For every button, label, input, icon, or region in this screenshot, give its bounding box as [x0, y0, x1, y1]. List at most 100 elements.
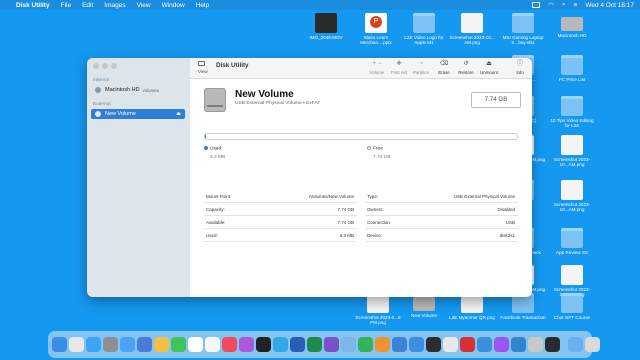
terminal-icon[interactable]: [426, 337, 441, 352]
folder-icon: [512, 13, 534, 33]
eject-icon[interactable]: ⏏: [176, 111, 181, 117]
desktop-item[interactable]: MSI Gaming Laptop S...bay.xlsx: [499, 13, 547, 46]
clock[interactable]: Wed 4 Oct 18:17: [585, 2, 634, 9]
minimize-button[interactable]: [102, 63, 108, 69]
desktop-item[interactable]: IMG_2049.MOV: [302, 13, 350, 40]
desktop-item[interactable]: Waso Learn Merchan....pptx: [352, 13, 400, 46]
desktop-item[interactable]: L2E Myanmar QR.png: [448, 293, 496, 320]
battery-icon[interactable]: [532, 2, 541, 8]
info-value: 7.74 GB: [337, 206, 354, 212]
desktop-item-label: Chat GPT Course: [553, 315, 591, 320]
sidebar-item-label: New Volume: [105, 111, 136, 117]
menu-edit[interactable]: Edit: [82, 2, 93, 9]
safari-icon[interactable]: [86, 337, 101, 352]
close-button[interactable]: [93, 63, 99, 69]
toolbar-button-erase[interactable]: ⌫ Erase: [433, 61, 455, 75]
messenger-icon[interactable]: [494, 337, 509, 352]
launchpad-icon[interactable]: [69, 337, 84, 352]
desktop-item[interactable]: L2E Video Logo for Apple M1: [400, 13, 448, 46]
usage-bar: [204, 133, 518, 140]
xcode-icon[interactable]: [409, 337, 424, 352]
toolbar-button-label: Info: [516, 70, 524, 75]
tv-icon[interactable]: [256, 337, 271, 352]
info-row: Mount Point: /Volumes/New Volume: [204, 190, 357, 203]
toolbar-button-label: First Aid: [391, 70, 407, 75]
activity-monitor-icon[interactable]: [545, 337, 560, 352]
numbers-icon[interactable]: [358, 337, 373, 352]
preview-icon[interactable]: [341, 337, 356, 352]
reminders-icon[interactable]: [205, 337, 220, 352]
menu-file[interactable]: File: [61, 2, 71, 9]
podcasts-icon[interactable]: [239, 337, 254, 352]
keynote-icon[interactable]: [392, 337, 407, 352]
volume-name: New Volume: [235, 89, 294, 100]
menu-app-name[interactable]: Disk Utility: [16, 2, 50, 9]
toolbar-button-info[interactable]: ⓘ Info: [509, 61, 531, 75]
facetime-icon[interactable]: [171, 337, 186, 352]
desktop-item[interactable]: PC Price List: [548, 55, 596, 82]
menu-view[interactable]: View: [137, 2, 151, 9]
folder-icon: [561, 228, 583, 248]
dock: [48, 331, 600, 358]
info-key: Owners:: [367, 206, 384, 212]
sidebar-item-macintosh-hd[interactable]: Macintosh HD volumes: [91, 85, 185, 95]
word-icon[interactable]: [290, 337, 305, 352]
menu-help[interactable]: Help: [196, 2, 209, 9]
toolbar-button-unmount[interactable]: ⏏ Unmount: [478, 61, 500, 75]
info-key: Device:: [367, 232, 383, 238]
toolbar-button-restore[interactable]: ↺ Restore: [455, 61, 477, 75]
info-value: 7.74 GB: [337, 219, 354, 225]
disk-utility-icon[interactable]: [528, 337, 543, 352]
wifi-icon[interactable]: ◠: [548, 1, 554, 9]
menu-images[interactable]: Images: [104, 2, 125, 9]
desktop-item-label: Facebook Transaction: [500, 315, 546, 320]
info-value: 5.3 MB: [339, 232, 354, 238]
desktop-item[interactable]: Screenshot 2023-10...AM.png: [548, 135, 596, 168]
view-button[interactable]: View: [198, 61, 208, 74]
toolbar-button-partition[interactable]: ◔ Partition: [410, 61, 432, 75]
music-icon[interactable]: [222, 337, 237, 352]
telegram-icon[interactable]: [273, 337, 288, 352]
desktop-item[interactable]: Screenshot 2023-10... AM.png: [448, 13, 496, 46]
desktop-item[interactable]: Facebook Transaction: [499, 293, 547, 320]
menu-window[interactable]: Window: [162, 2, 185, 9]
app-store-icon[interactable]: [137, 337, 152, 352]
finder-icon[interactable]: [52, 337, 67, 352]
toolbar-button-first-aid[interactable]: ✚ First Aid: [388, 61, 410, 75]
viber-icon[interactable]: [324, 337, 339, 352]
downloads-icon[interactable]: [568, 337, 583, 352]
info-key: Available:: [206, 219, 226, 225]
desktop-item[interactable]: Screenshot 2023-0...8 PM.png: [354, 293, 402, 326]
volume-icon: + −: [372, 61, 382, 67]
settings-icon[interactable]: [103, 337, 118, 352]
sidebar-item-new-volume[interactable]: New Volume ⏏: [91, 109, 185, 119]
desktop-item[interactable]: Screenshot 2023-10...AM.png: [548, 180, 596, 213]
control-center-icon[interactable]: ≡: [574, 2, 578, 9]
excel-icon[interactable]: [307, 337, 322, 352]
quicktime-icon[interactable]: [477, 337, 492, 352]
chrome-icon[interactable]: [443, 337, 458, 352]
trash-icon[interactable]: [585, 337, 600, 352]
desktop-item[interactable]: 10 Tips Video Editing for L2E: [548, 96, 596, 129]
info-column-right: Type: USB External Physical Volume Owners:…: [365, 190, 518, 242]
vscode-icon[interactable]: [511, 337, 526, 352]
partition-icon: ◔: [419, 61, 423, 67]
info-row: Available: 7.74 GB: [204, 216, 357, 229]
info-row: Capacity: 7.74 GB: [204, 203, 357, 216]
search-icon[interactable]: ⌕: [562, 1, 566, 9]
info-icon: ⓘ: [516, 61, 523, 67]
restore-icon: ↺: [463, 61, 469, 67]
desktop-item-label: 10 Tips Video Editing for L2E: [550, 118, 594, 129]
desktop-item-label: Screenshot 2023-10...AM.png: [553, 202, 591, 213]
desktop-item[interactable]: Chat GPT Course: [548, 293, 596, 320]
opera-icon[interactable]: [460, 337, 475, 352]
desktop-item[interactable]: Macintosh HD: [548, 13, 596, 38]
toolbar-button-volume[interactable]: + − Volume: [366, 61, 388, 75]
calendar-icon[interactable]: [188, 337, 203, 352]
pages-icon[interactable]: [375, 337, 390, 352]
desktop-item[interactable]: App Review SS: [548, 228, 596, 255]
photos-icon[interactable]: [154, 337, 169, 352]
mail-icon[interactable]: [120, 337, 135, 352]
zoom-button[interactable]: [111, 63, 117, 69]
info-row: Type: USB External Physical Volume: [365, 190, 518, 203]
